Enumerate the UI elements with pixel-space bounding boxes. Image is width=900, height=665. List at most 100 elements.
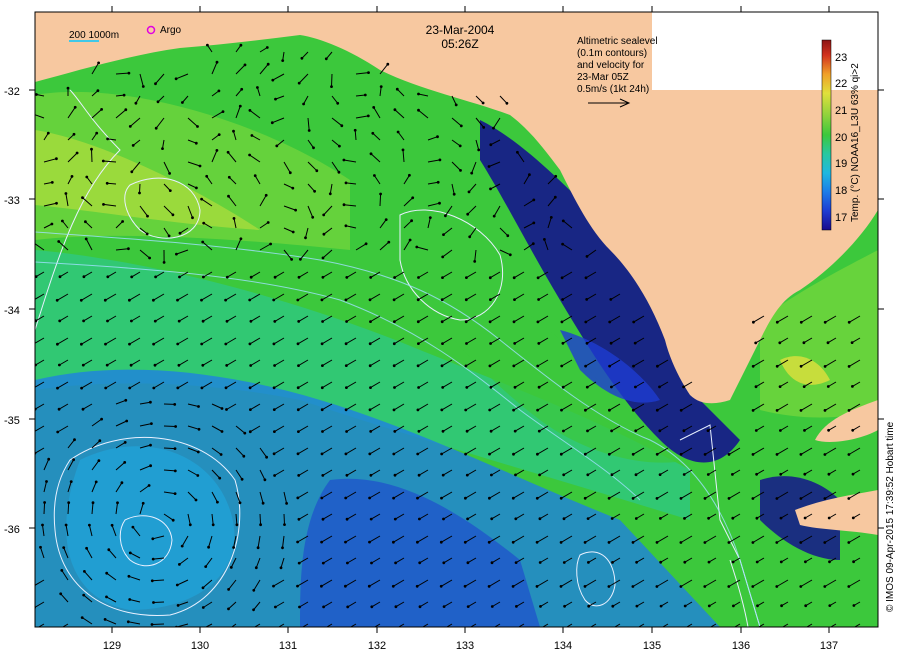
velocity-arrow-head (409, 239, 412, 242)
velocity-arrow-head (584, 409, 587, 412)
velocity-arrow-head (88, 524, 91, 527)
velocity-arrow-head (368, 585, 371, 588)
velocity-arrow-head (560, 585, 563, 588)
velocity-arrow-head (586, 342, 589, 345)
velocity-arrow-head (73, 133, 76, 136)
velocity-arrow-head (232, 546, 235, 549)
velocity-arrow-head (226, 320, 229, 323)
velocity-arrow-head (154, 82, 157, 85)
velocity-arrow-head (345, 386, 348, 389)
velocity-arrow-head (197, 451, 200, 454)
velocity-arrow-head (775, 585, 778, 588)
velocity-arrow-head (218, 477, 221, 480)
velocity-arrow-head (320, 629, 323, 632)
velocity-arrow-head (586, 430, 589, 433)
velocity-arrow-head (71, 175, 74, 178)
velocity-arrow-head (386, 63, 389, 66)
velocity-arrow-head (804, 604, 807, 607)
velocity-arrow-head (779, 385, 782, 388)
x-tick-label: 136 (732, 640, 750, 652)
velocity-arrow-head (152, 387, 155, 390)
velocity-arrow-head (464, 541, 467, 544)
velocity-arrow-head (323, 233, 326, 236)
velocity-arrow-head (370, 474, 373, 477)
velocity-arrow-head (81, 616, 84, 619)
velocity-arrow-head (442, 561, 445, 564)
velocity-arrow-head (464, 453, 467, 456)
velocity-arrow-head (550, 216, 553, 219)
velocity-arrow-head (635, 517, 638, 520)
velocity-arrow-head (292, 231, 295, 234)
sst-map: 129 130 131 132 133 134 135 136 137 -32 … (0, 0, 900, 660)
velocity-arrow-head (297, 364, 300, 367)
velocity-arrow-head (828, 517, 831, 520)
velocity-arrow-head (780, 604, 783, 607)
velocity-arrow-head (393, 298, 396, 301)
velocity-arrow-head (437, 181, 440, 184)
x-tick-label: 132 (368, 640, 386, 652)
velocity-arrow-head (225, 630, 228, 633)
velocity-arrow-head (149, 401, 152, 404)
velocity-arrow-head (163, 261, 166, 264)
velocity-arrow-head (776, 365, 779, 368)
velocity-arrow-head (345, 299, 348, 302)
velocity-arrow-head (824, 409, 827, 412)
velocity-arrow-head (32, 387, 35, 390)
velocity-arrow-head (828, 473, 831, 476)
velocity-arrow-head (824, 321, 827, 324)
colorbar-title: Temp. (°C) NOAA16_L3U 63% qi>2 (850, 63, 861, 222)
velocity-arrow-head (181, 545, 184, 548)
velocity-arrow-head (154, 320, 157, 323)
velocity-arrow-head (82, 320, 85, 323)
y-tick-label: -36 (4, 524, 20, 536)
velocity-arrow-head (299, 258, 302, 261)
velocity-arrow-head (776, 453, 779, 456)
velocity-arrow-head (635, 473, 638, 476)
velocity-arrow-head (659, 561, 662, 564)
velocity-arrow-head (200, 299, 203, 302)
velocity-arrow-head (490, 517, 493, 520)
velocity-arrow-head (731, 473, 734, 476)
velocity-arrow-head (76, 152, 79, 155)
velocity-arrow-head (429, 216, 432, 219)
velocity-arrow-head (168, 172, 171, 175)
velocity-arrow-head (608, 497, 611, 500)
velocity-arrow-head (298, 276, 301, 279)
velocity-arrow-head (488, 541, 491, 544)
velocity-arrow-head (395, 605, 398, 608)
velocity-arrow-head (257, 546, 260, 549)
velocity-arrow-head (852, 473, 855, 476)
velocity-arrow-head (195, 187, 198, 190)
velocity-arrow-head (847, 541, 850, 544)
velocity-arrow-head (252, 608, 255, 611)
velocity-arrow-head (752, 453, 755, 456)
velocity-arrow-head (296, 541, 299, 544)
velocity-arrow-head (161, 147, 164, 150)
velocity-arrow-head (659, 517, 662, 520)
velocity-arrow-head (417, 276, 420, 279)
velocity-arrow-head (345, 453, 348, 456)
velocity-arrow-head (345, 276, 348, 279)
velocity-arrow-head (240, 88, 243, 91)
velocity-arrow-head (418, 561, 421, 564)
image-time: 05:26Z (441, 37, 478, 51)
velocity-arrow-head (562, 342, 565, 345)
velocity-arrow-head (82, 594, 85, 597)
velocity-arrow-head (132, 144, 135, 147)
velocity-arrow-head (489, 298, 492, 301)
velocity-arrow-head (124, 441, 127, 444)
x-tick-label: 134 (554, 640, 572, 652)
velocity-arrow-head (124, 108, 127, 111)
velocity-arrow-head (56, 431, 59, 434)
velocity-arrow-head (175, 253, 178, 256)
velocity-arrow-head (397, 131, 400, 134)
velocity-arrow-head (106, 182, 109, 185)
velocity-arrow-head (320, 585, 323, 588)
velocity-arrow-head (128, 387, 131, 390)
velocity-arrow-head (393, 276, 396, 279)
velocity-arrow-head (152, 601, 155, 604)
velocity-arrow-head (775, 629, 778, 632)
velocity-arrow-head (364, 94, 367, 97)
velocity-arrow-head (394, 562, 397, 565)
velocity-arrow-head (338, 171, 341, 174)
